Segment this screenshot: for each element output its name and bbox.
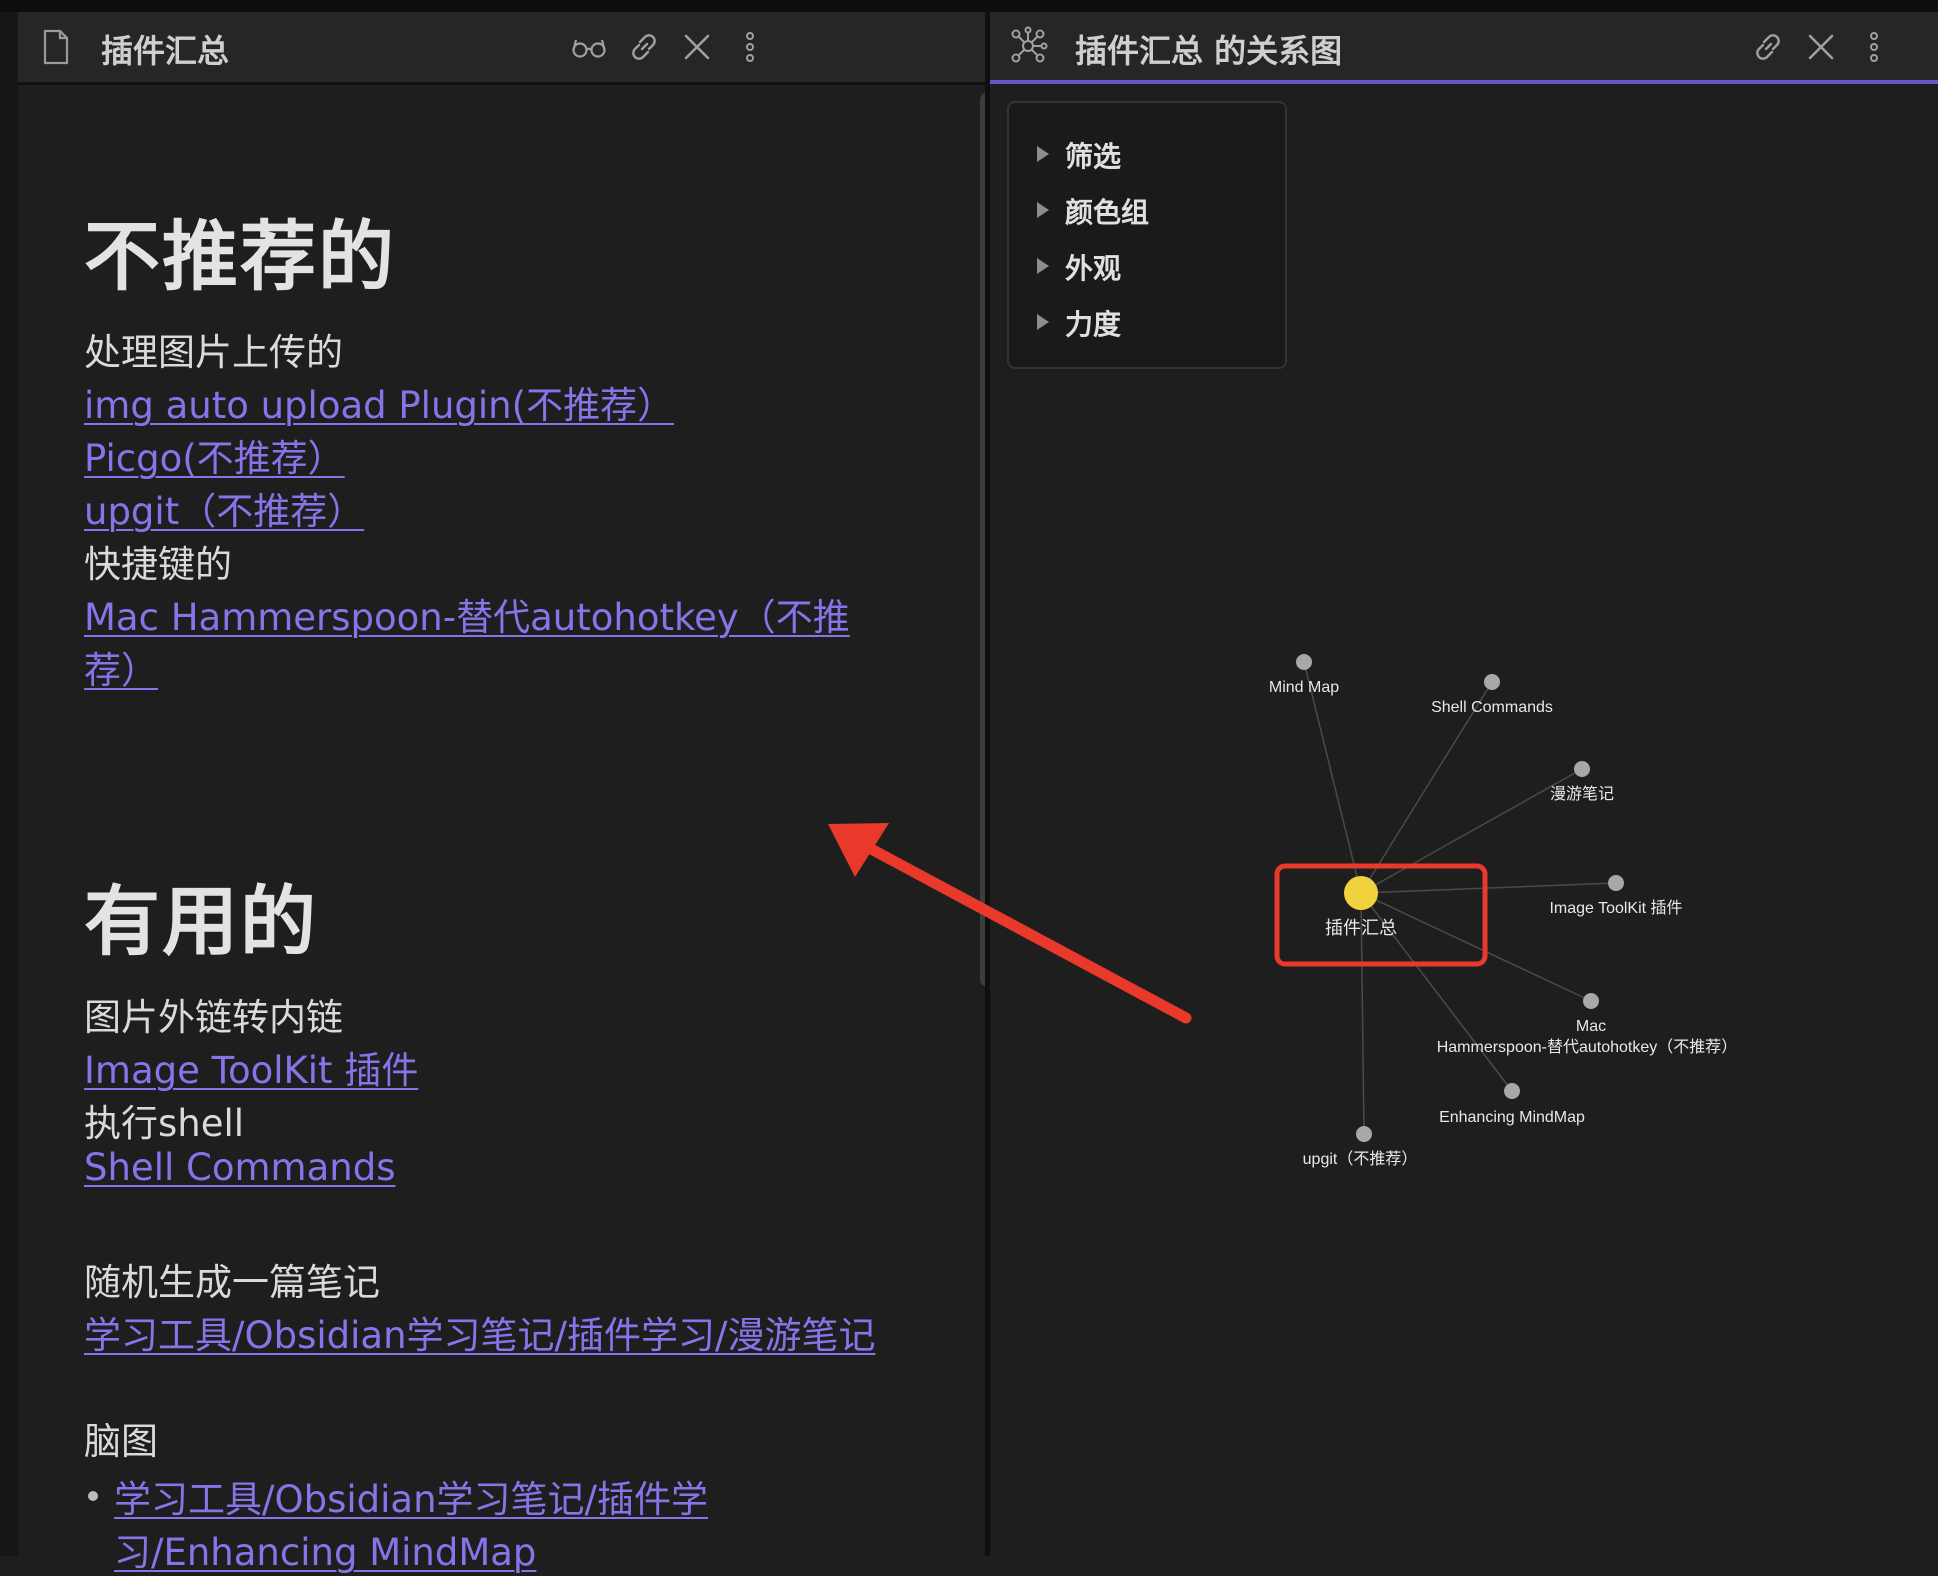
- link-mac-hammerspoon[interactable]: Mac Hammerspoon-替代autohotkey（不推: [84, 596, 850, 639]
- graph-pane: 插件汇总 的关系图 筛选 颜色组 外观 力度: [990, 12, 1938, 1556]
- link-enhancing-mindmap[interactable]: 学习工具/Obsidian学习笔记/插件学: [114, 1478, 708, 1521]
- reading-glasses-icon[interactable]: [571, 29, 607, 65]
- editor-pane-header: 插件汇总: [18, 12, 985, 85]
- document-icon: [43, 29, 69, 65]
- link-icon[interactable]: [1750, 29, 1786, 65]
- editor-pane-title[interactable]: 插件汇总: [101, 26, 229, 72]
- graph-pane-title[interactable]: 插件汇总 的关系图: [1075, 26, 1342, 72]
- link-image-toolkit[interactable]: Image ToolKit 插件: [84, 1049, 418, 1092]
- link-shell-commands[interactable]: Shell Commands: [84, 1146, 395, 1189]
- left-sidebar-gutter: [0, 12, 18, 1556]
- heading-not-recommended: 不推荐的: [84, 212, 396, 301]
- close-icon[interactable]: [679, 29, 715, 65]
- graph-pane-header: 插件汇总 的关系图: [990, 12, 1938, 84]
- link-img-auto-upload[interactable]: img auto upload Plugin(不推荐）: [84, 384, 674, 427]
- heading-useful: 有用的: [84, 877, 318, 966]
- link-icon[interactable]: [626, 29, 662, 65]
- close-icon[interactable]: [1803, 29, 1839, 65]
- text-image-link-convert: 图片外链转内链: [84, 996, 343, 1039]
- text-random-note: 随机生成一篇笔记: [84, 1261, 380, 1304]
- more-vertical-icon[interactable]: [732, 29, 768, 65]
- text-mindmap: 脑图: [84, 1420, 158, 1463]
- link-roaming-notes[interactable]: 学习工具/Obsidian学习笔记/插件学习/漫游笔记: [84, 1314, 875, 1357]
- link-upgit[interactable]: upgit（不推荐）: [84, 490, 364, 533]
- expand-triangle-icon: [1037, 258, 1049, 274]
- expand-triangle-icon: [1037, 314, 1049, 330]
- text-shortcuts: 快捷键的: [84, 543, 232, 586]
- text-exec-shell: 执行shell: [84, 1102, 245, 1145]
- editor-pane: 插件汇总 不推荐的 处理图片上传的 img auto upload Plugin…: [18, 12, 996, 1574]
- link-picgo[interactable]: Picgo(不推荐）: [84, 437, 345, 480]
- expand-triangle-icon: [1037, 202, 1049, 218]
- expand-triangle-icon: [1037, 146, 1049, 162]
- graph-settings-panel: 筛选 颜色组 外观 力度: [1007, 101, 1287, 369]
- more-vertical-icon[interactable]: [1856, 29, 1892, 65]
- graph-icon: [1011, 26, 1048, 63]
- window-top-strip: [0, 0, 1938, 12]
- list-bullet: [88, 1491, 98, 1501]
- link-enhancing-mindmap-cont[interactable]: 习/Enhancing MindMap: [114, 1531, 536, 1574]
- link-mac-hammerspoon-cont[interactable]: 荐）: [84, 649, 158, 692]
- text-image-upload: 处理图片上传的: [84, 331, 343, 374]
